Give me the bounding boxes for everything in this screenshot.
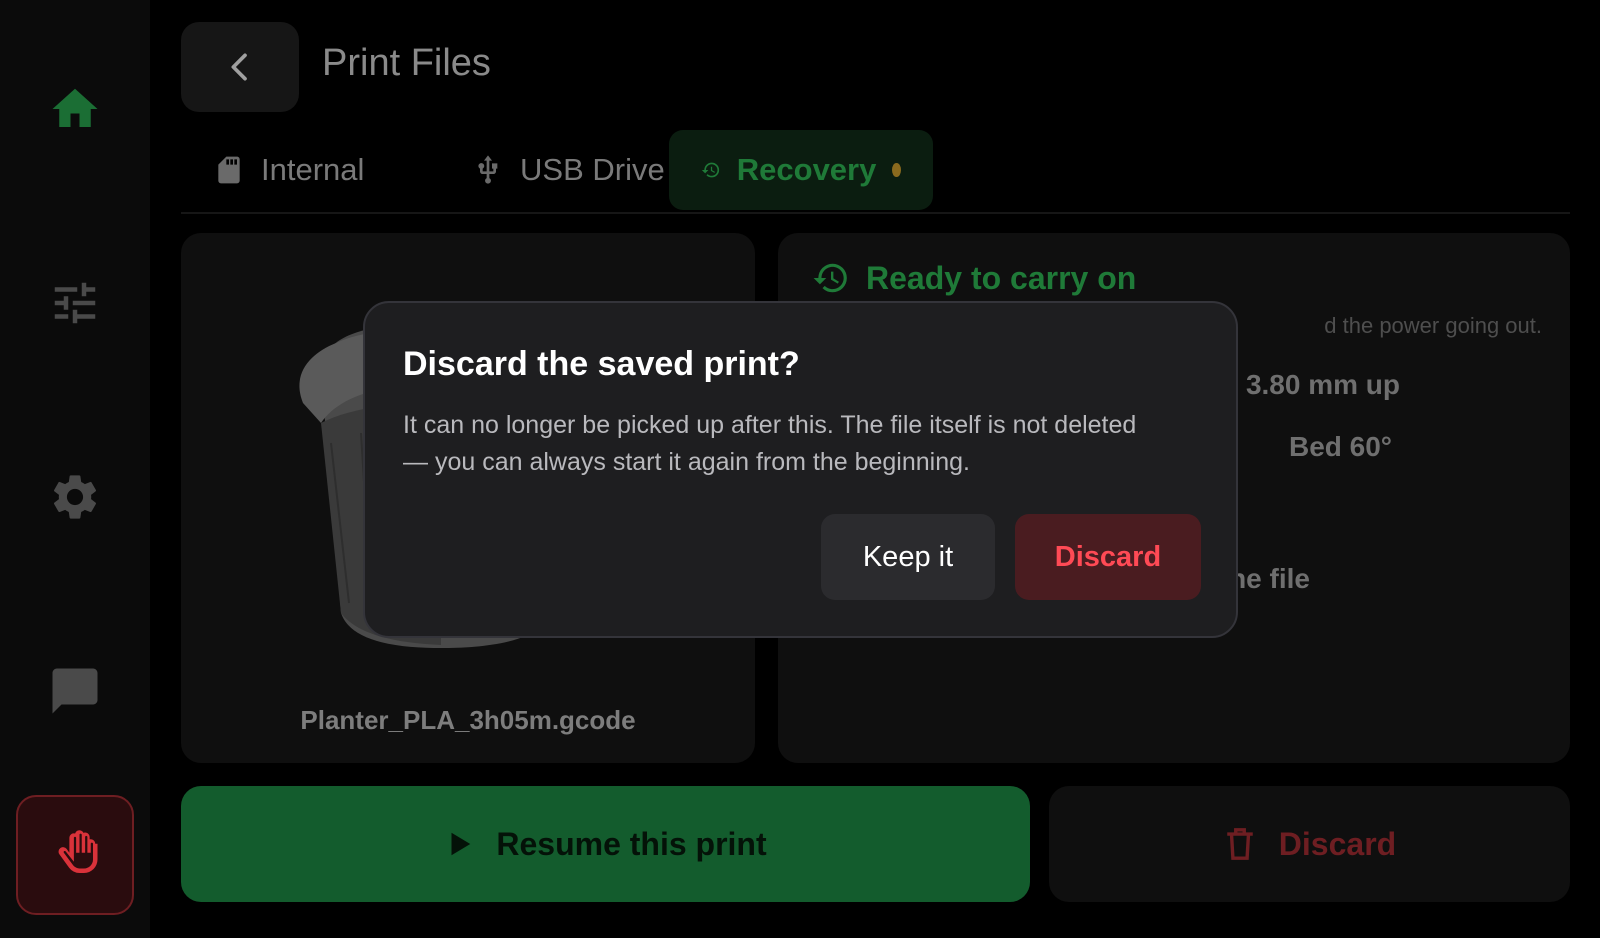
- recovery-indicator-dot: [892, 163, 901, 177]
- recovery-info-title: Ready to carry on: [812, 259, 1136, 297]
- sidebar-settings-button[interactable]: [28, 450, 122, 544]
- dialog-title: Discard the saved print?: [403, 345, 800, 383]
- resume-print-label: Resume this print: [496, 825, 767, 862]
- app: Print Files Internal USB Drive Recovery …: [0, 0, 1600, 938]
- gear-icon: [53, 475, 97, 519]
- resume-print-button[interactable]: Resume this print: [181, 786, 1030, 902]
- dialog-body: It can no longer be picked up after this…: [403, 411, 1137, 476]
- discard-print-label: Discard: [1278, 825, 1397, 862]
- play-icon: [451, 832, 471, 856]
- sd-card-icon: [218, 156, 240, 184]
- tab-usb-drive[interactable]: USB Drive: [440, 130, 697, 210]
- trash-icon: [1227, 828, 1253, 860]
- discard-print-button[interactable]: Discard: [1049, 786, 1570, 902]
- chevron-left-icon: [231, 53, 247, 81]
- sidebar-home-button[interactable]: [28, 62, 122, 156]
- chat-icon: [52, 668, 98, 714]
- home-icon: [52, 88, 98, 127]
- tab-usb-drive-label: USB Drive: [520, 152, 665, 187]
- keep-it-button[interactable]: Keep it: [821, 514, 995, 600]
- history-icon: [701, 162, 720, 178]
- emergency-stop-button[interactable]: [16, 795, 134, 915]
- usb-icon: [478, 155, 498, 184]
- tab-recovery-label: Recovery: [736, 152, 877, 187]
- recovery-info-title-text: Ready to carry on: [866, 259, 1137, 296]
- hand-stop-icon: [58, 830, 98, 874]
- tab-divider: [181, 212, 1570, 214]
- sidebar-messages-button[interactable]: [28, 644, 122, 738]
- tab-internal[interactable]: Internal: [181, 130, 396, 210]
- tab-recovery[interactable]: Recovery: [669, 130, 933, 210]
- sidebar: [0, 0, 150, 938]
- tab-internal-label: Internal: [261, 152, 365, 187]
- history-icon: [813, 263, 847, 293]
- tune-icon: [54, 282, 96, 324]
- sidebar-tune-button[interactable]: [28, 256, 122, 350]
- source-tabs: Internal USB Drive Recovery: [181, 130, 1570, 210]
- confirm-discard-button[interactable]: Discard: [1015, 514, 1201, 600]
- resume-height: 3.80 mm up: [1245, 369, 1400, 400]
- discard-confirm-dialog: Discard the saved print? It can no longe…: [363, 301, 1238, 638]
- file-name: Planter_PLA_3h05m.gcode: [300, 705, 636, 735]
- back-button[interactable]: [181, 22, 299, 112]
- page-title: Print Files: [322, 42, 491, 84]
